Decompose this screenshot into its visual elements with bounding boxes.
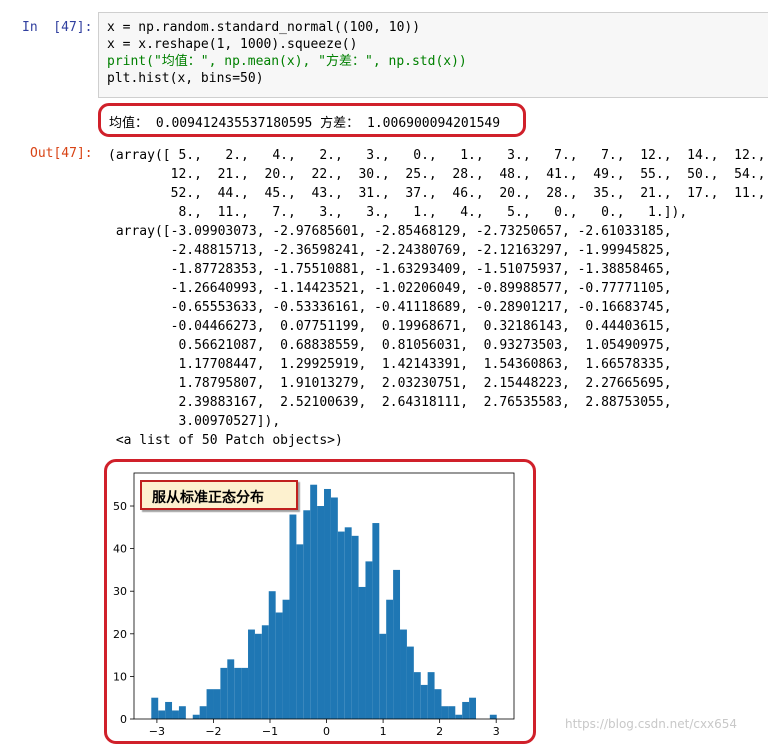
histogram-bar [413, 672, 421, 719]
histogram-bar [178, 706, 186, 719]
histogram-bar [234, 667, 242, 719]
histogram-bar [420, 684, 428, 719]
chart-title-text: 服从标准正态分布 [152, 490, 264, 506]
y-tick-label: 0 [120, 713, 127, 726]
histogram-bar [337, 531, 345, 719]
histogram-bar [158, 710, 166, 719]
x-tick-label: 0 [323, 725, 330, 738]
x-tick-label: 3 [493, 725, 500, 738]
histogram-bar [393, 569, 401, 719]
y-tick-label: 40 [113, 543, 127, 556]
histogram-bar [220, 667, 228, 719]
histogram-bar [254, 633, 262, 719]
histogram-bar [261, 625, 269, 719]
histogram-bar [206, 689, 214, 719]
histogram-bar [330, 497, 338, 719]
y-tick-label: 50 [113, 500, 127, 513]
histogram-bar [151, 697, 159, 719]
histogram-chart: −3 −2 −1 0 1 2 301020304050 [113, 472, 515, 738]
histogram-bar [172, 710, 179, 719]
histogram-bar [489, 714, 497, 719]
histogram-bar [303, 510, 311, 719]
histogram-bar [455, 714, 463, 719]
histogram-bar [227, 659, 235, 719]
histogram-bar [310, 484, 318, 719]
histogram-bar [317, 506, 325, 719]
histogram-bar [296, 544, 304, 719]
chart-title-annotation: 服从标准正态分布 [140, 480, 298, 510]
x-tick-label: −2 [205, 725, 221, 738]
histogram-bar [372, 523, 380, 719]
histogram-bar [213, 689, 221, 719]
histogram-bar [165, 701, 173, 719]
y-tick-label: 10 [113, 670, 127, 683]
histogram-bar [289, 514, 297, 719]
watermark: https://blog.csdn.net/cxx654 [565, 717, 738, 731]
histogram-bar [379, 633, 387, 719]
histogram-bar [386, 599, 394, 719]
histogram-bar [427, 672, 435, 719]
histogram-bar [406, 646, 414, 719]
histogram-bar [351, 535, 359, 719]
histogram-bar [248, 629, 255, 719]
histogram-bar [282, 599, 290, 719]
y-tick-label: 20 [113, 628, 127, 641]
histogram-bar [441, 706, 449, 719]
histogram-bar [199, 706, 207, 719]
histogram-bar [434, 689, 442, 719]
x-tick-label: 1 [380, 725, 387, 738]
histogram-bar [344, 527, 352, 719]
histogram-bar [448, 706, 456, 719]
histogram-bar [192, 714, 200, 719]
histogram-bar [275, 612, 283, 719]
y-tick-label: 30 [113, 585, 127, 598]
histogram-bar [324, 488, 331, 719]
histogram-bar [268, 591, 276, 719]
histogram-bar [365, 561, 373, 719]
histogram-bar [358, 586, 366, 719]
histogram-bar [462, 701, 470, 719]
x-tick-label: −3 [149, 725, 165, 738]
x-tick-label: 2 [436, 725, 443, 738]
histogram-bar [400, 629, 407, 719]
x-tick-label: −1 [262, 725, 278, 738]
histogram-bar [241, 667, 249, 719]
histogram-bar [469, 697, 477, 719]
